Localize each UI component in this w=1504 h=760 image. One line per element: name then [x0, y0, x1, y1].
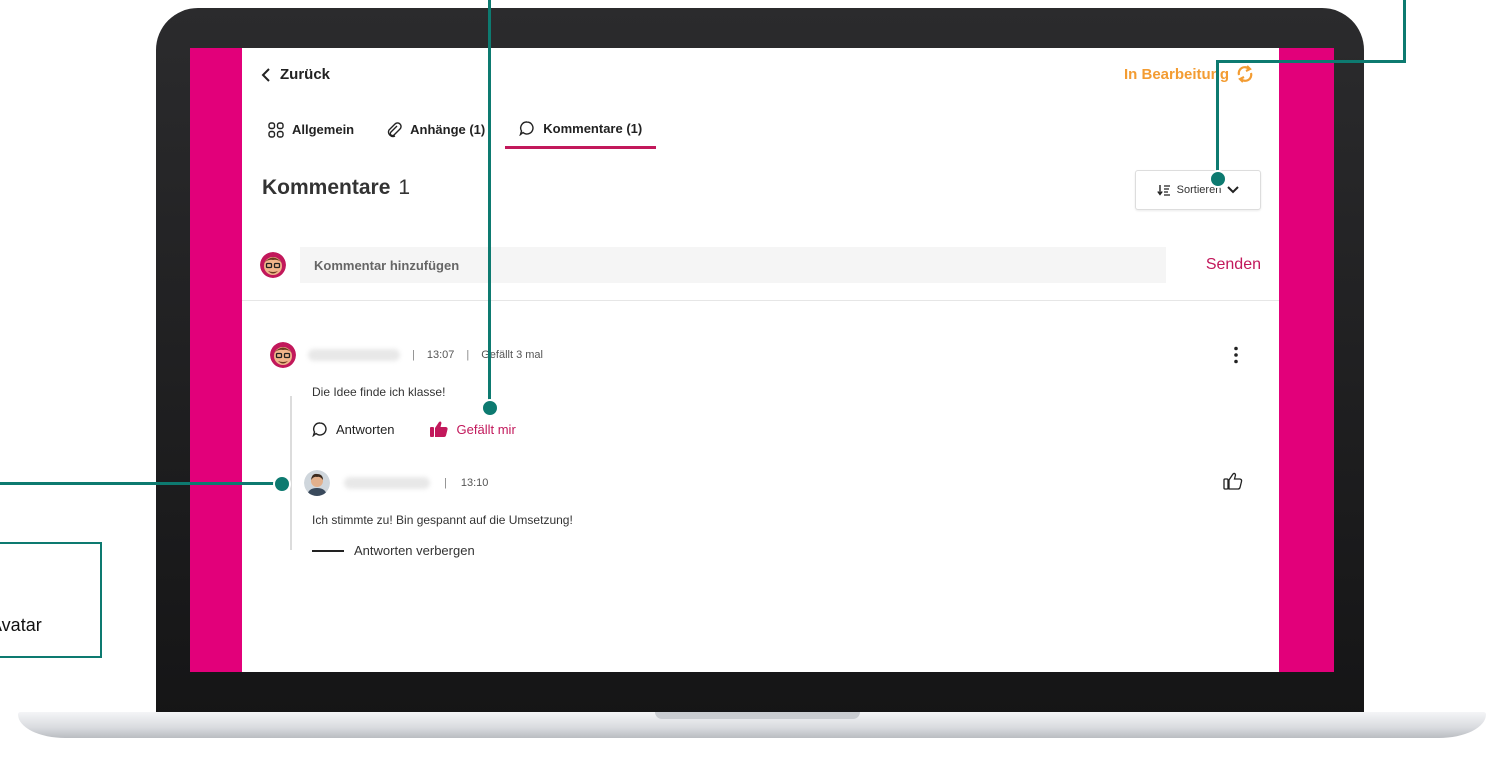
- comment-header: | 13:07 | Gefällt 3 mal: [270, 342, 543, 368]
- callout-dot: [273, 475, 291, 493]
- hide-replies-button[interactable]: Antworten verbergen: [312, 543, 475, 558]
- speech-bubble-icon: [519, 121, 534, 136]
- status-indicator: In Bearbeitung: [1124, 64, 1255, 84]
- back-button[interactable]: Zurück: [260, 66, 330, 83]
- divider: [242, 300, 1279, 301]
- comment-input[interactable]: [300, 247, 1166, 283]
- sort-button[interactable]: Sortieren: [1135, 170, 1261, 210]
- thread-line: [290, 396, 292, 550]
- hide-replies-label: Antworten verbergen: [354, 543, 475, 558]
- callout-line: [488, 0, 491, 406]
- tab-allgemein-label: Allgemein: [292, 122, 355, 137]
- reply-text: Ich stimmte zu! Bin gespannt auf die Ums…: [312, 513, 573, 527]
- tab-anhaenge-label: Anhänge (1): [410, 122, 486, 137]
- refresh-icon: [1237, 65, 1253, 83]
- callout-line: [1403, 0, 1406, 62]
- section-heading: Kommentare 1: [262, 176, 410, 200]
- tab-allgemein[interactable]: Allgemein: [256, 116, 366, 149]
- tab-kommentare-label: Kommentare (1): [543, 120, 643, 136]
- more-vertical-icon: [1234, 346, 1238, 364]
- paperclip-icon: [388, 121, 402, 137]
- like-button[interactable]: Gefällt mir: [429, 420, 516, 438]
- callout-dot: [481, 399, 499, 417]
- thumbs-up-filled-icon: [429, 421, 448, 437]
- reply-header: | 13:10: [304, 470, 488, 496]
- callout-dot: [1209, 170, 1227, 188]
- status-label: In Bearbeitung: [1123, 65, 1229, 83]
- callout-label: Avatar: [0, 615, 42, 635]
- chevron-left-icon: [261, 67, 270, 82]
- reply-like-button[interactable]: [1223, 472, 1243, 495]
- reply-button[interactable]: Antworten: [312, 421, 395, 437]
- comment-time: 13:07: [426, 349, 455, 361]
- like-label: Gefällt mir: [456, 421, 516, 437]
- app-panel: Zurück In Bearbeitung Allgemein Anhänge …: [242, 48, 1279, 672]
- callout-line: [0, 482, 282, 485]
- callout-line: [1216, 60, 1406, 63]
- tab-bar: Allgemein Anhänge (1) Kommentare (1): [256, 116, 657, 149]
- laptop-base: [0, 708, 1504, 760]
- reply-time: 13:10: [460, 477, 489, 489]
- avatar: [260, 252, 286, 278]
- back-label: Zurück: [280, 66, 331, 83]
- comment-count: 1: [398, 176, 411, 199]
- page-title: Kommentare: [262, 176, 391, 199]
- author-name-blurred: [308, 349, 400, 361]
- author-name-blurred: [344, 477, 430, 489]
- callout-box: Avatar: [0, 542, 102, 658]
- speech-bubble-icon: [312, 422, 327, 437]
- avatar: [270, 342, 296, 368]
- chevron-down-icon: [1227, 186, 1240, 194]
- tab-anhaenge[interactable]: Anhänge (1): [374, 116, 497, 149]
- reply-label: Antworten: [336, 421, 395, 437]
- thumbs-up-outline-icon: [1223, 472, 1243, 490]
- avatar: [304, 470, 330, 496]
- comment-actions: Antworten Gefällt mir: [312, 420, 516, 438]
- tab-kommentare[interactable]: Kommentare (1): [505, 116, 657, 149]
- callout-line: [1216, 60, 1219, 178]
- more-options-button[interactable]: [1233, 346, 1239, 369]
- sort-icon: [1156, 185, 1170, 196]
- send-button[interactable]: Senden: [1166, 256, 1261, 274]
- screen: Zurück In Bearbeitung Allgemein Anhänge …: [190, 48, 1334, 672]
- comment-text: Die Idee finde ich klasse!: [312, 385, 446, 399]
- grid-icon: [268, 121, 284, 138]
- comment-composer: Senden: [260, 246, 1261, 284]
